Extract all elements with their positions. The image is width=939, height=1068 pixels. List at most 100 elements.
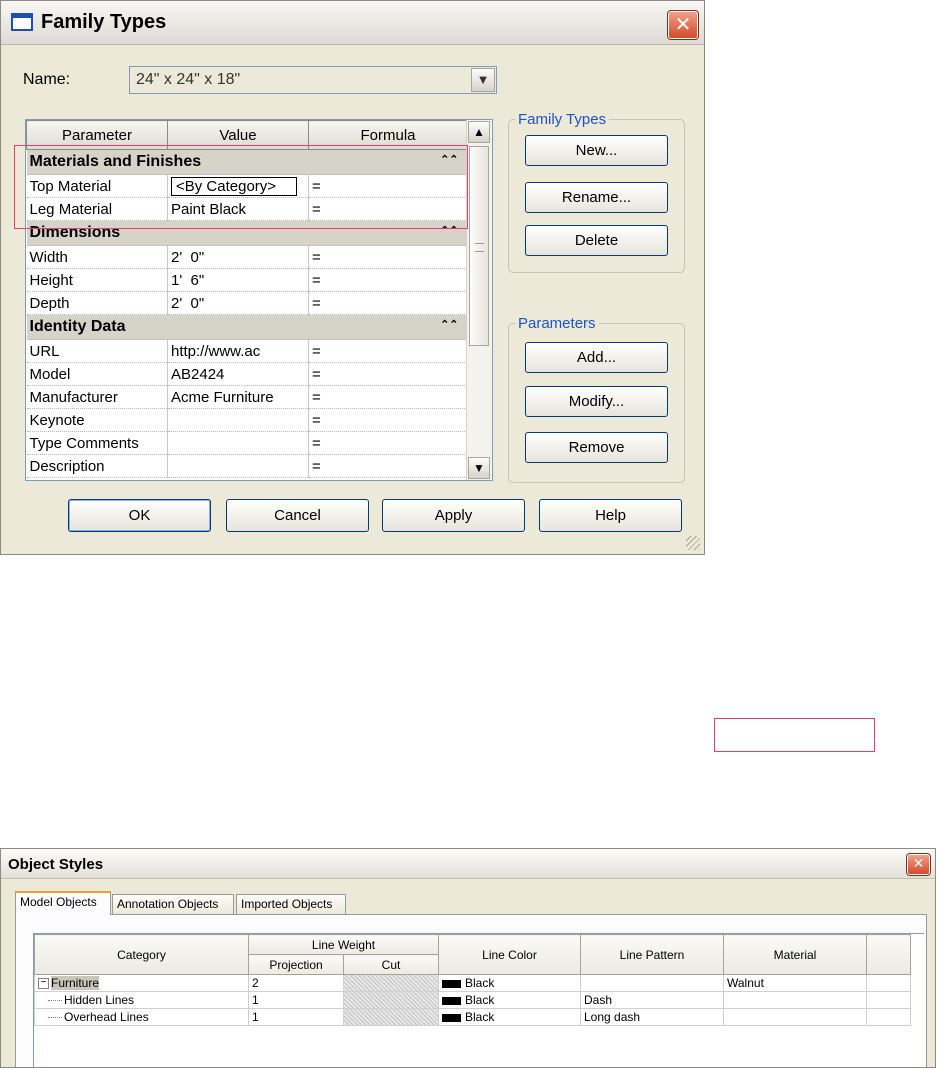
material-cell[interactable] <box>723 1008 867 1026</box>
collapse-tree-icon[interactable]: − <box>38 978 49 990</box>
formula-cell[interactable]: = <box>308 268 468 292</box>
value-cell[interactable]: AB2424 <box>167 362 309 386</box>
category-cell[interactable]: Hidden Lines <box>34 991 249 1009</box>
column-header-blank <box>866 934 911 975</box>
column-header-line-pattern[interactable]: Line Pattern <box>580 934 724 975</box>
table-row[interactable]: Overhead Lines 1 Black Long dash <box>34 1008 911 1026</box>
group-title: Parameters <box>518 315 596 332</box>
column-header-material[interactable]: Material <box>723 934 867 975</box>
table-row[interactable]: Height 1' 6" = <box>26 268 468 292</box>
chevron-down-icon[interactable]: ▼ <box>471 68 495 92</box>
ok-button[interactable]: OK <box>68 499 211 532</box>
formula-cell[interactable]: = <box>308 291 468 315</box>
group-title: Family Types <box>518 111 607 128</box>
blank-cell <box>866 974 911 992</box>
category-label: Furniture <box>51 976 100 990</box>
scroll-down-icon[interactable]: ▼ <box>468 457 490 479</box>
new-button[interactable]: New... <box>525 135 668 166</box>
vertical-scrollbar[interactable]: ▲ ▼ <box>466 120 492 480</box>
value-cell[interactable]: 2' 0" <box>167 291 309 315</box>
table-row[interactable]: Keynote = <box>26 408 468 432</box>
column-header-category[interactable]: Category <box>34 934 249 975</box>
resize-grip-icon[interactable] <box>686 536 700 550</box>
cut-cell <box>343 991 439 1009</box>
value-cell[interactable] <box>167 408 309 432</box>
line-color-cell[interactable]: Black <box>438 974 581 992</box>
value-cell[interactable]: 1' 6" <box>167 268 309 292</box>
formula-cell[interactable]: = <box>308 385 468 409</box>
tab-model-objects[interactable]: Model Objects <box>15 891 111 915</box>
scroll-up-icon[interactable]: ▲ <box>468 121 490 143</box>
material-cell[interactable]: Walnut <box>723 974 867 992</box>
column-header-cut[interactable]: Cut <box>343 954 439 975</box>
window-icon <box>11 13 33 31</box>
group-label: Identity Data <box>29 318 126 335</box>
table-row[interactable]: − Furniture 2 Black Walnut <box>34 974 911 992</box>
cancel-button[interactable]: Cancel <box>226 499 369 532</box>
table-row[interactable]: Depth 2' 0" = <box>26 291 468 315</box>
apply-button[interactable]: Apply <box>382 499 525 532</box>
column-header-line-color[interactable]: Line Color <box>438 934 581 975</box>
param-name: Type Comments <box>26 431 168 455</box>
name-value: 24" x 24" x 18" <box>136 71 241 88</box>
close-icon[interactable]: ✕ <box>906 853 931 876</box>
add-parameter-button[interactable]: Add... <box>525 342 668 373</box>
table-row[interactable]: URL http://www.ac = <box>26 339 468 363</box>
modify-parameter-button[interactable]: Modify... <box>525 386 668 417</box>
close-icon[interactable]: ✕ <box>667 10 699 40</box>
highlight-annotation <box>14 145 468 229</box>
value-cell[interactable] <box>167 431 309 455</box>
formula-cell[interactable]: = <box>308 339 468 363</box>
table-row[interactable]: Manufacturer Acme Furniture = <box>26 385 468 409</box>
material-cell[interactable] <box>723 991 867 1009</box>
projection-cell[interactable]: 1 <box>248 991 344 1009</box>
formula-cell[interactable]: = <box>308 362 468 386</box>
tab-panel: Category Line Weight Line Color Line Pat… <box>15 914 927 1067</box>
formula-cell[interactable]: = <box>308 408 468 432</box>
delete-button[interactable]: Delete <box>525 225 668 256</box>
value-cell[interactable]: 2' 0" <box>167 245 309 269</box>
table-row[interactable]: Width 2' 0" = <box>26 245 468 269</box>
category-cell[interactable]: Overhead Lines <box>34 1008 249 1026</box>
table-row[interactable]: Type Comments = <box>26 431 468 455</box>
line-color-cell[interactable]: Black <box>438 991 581 1009</box>
group-header-identity[interactable]: Identity Data ⌃⌃ <box>26 314 468 340</box>
line-color-label: Black <box>465 1010 495 1024</box>
color-swatch-icon <box>442 1013 461 1022</box>
value-cell[interactable] <box>167 454 309 478</box>
value-cell[interactable]: http://www.ac <box>167 339 309 363</box>
collapse-icon[interactable]: ⌃⌃ <box>440 318 458 331</box>
title-bar[interactable]: Object Styles <box>1 849 935 879</box>
formula-cell[interactable]: = <box>308 454 468 478</box>
line-color-cell[interactable]: Black <box>438 1008 581 1026</box>
tree-connector <box>48 1000 62 1002</box>
name-dropdown[interactable]: 24" x 24" x 18" ▼ <box>129 66 497 94</box>
dialog-title: Family Types <box>41 11 167 33</box>
table-row[interactable]: Description = <box>26 454 468 478</box>
title-bar[interactable]: Family Types <box>1 1 704 45</box>
formula-cell[interactable]: = <box>308 245 468 269</box>
table-row[interactable]: Hidden Lines 1 Black Dash <box>34 991 911 1009</box>
tab-annotation-objects[interactable]: Annotation Objects <box>112 894 234 914</box>
param-name: Description <box>26 454 168 478</box>
color-swatch-icon <box>442 996 461 1005</box>
rename-button[interactable]: Rename... <box>525 182 668 213</box>
remove-parameter-button[interactable]: Remove <box>525 432 668 463</box>
scrollbar-thumb[interactable] <box>469 146 489 346</box>
category-cell[interactable]: − Furniture <box>34 974 249 992</box>
param-name: Keynote <box>26 408 168 432</box>
line-pattern-cell[interactable] <box>580 974 724 992</box>
table-row[interactable]: Model AB2424 = <box>26 362 468 386</box>
line-pattern-cell[interactable]: Long dash <box>580 1008 724 1026</box>
tab-imported-objects[interactable]: Imported Objects <box>236 894 346 914</box>
blank-cell <box>866 1008 911 1026</box>
line-pattern-cell[interactable]: Dash <box>580 991 724 1009</box>
projection-cell[interactable]: 1 <box>248 1008 344 1026</box>
projection-cell[interactable]: 2 <box>248 974 344 992</box>
value-cell[interactable]: Acme Furniture <box>167 385 309 409</box>
column-header-line-weight[interactable]: Line Weight <box>248 934 439 955</box>
line-color-label: Black <box>465 993 495 1007</box>
column-header-projection[interactable]: Projection <box>248 954 344 975</box>
formula-cell[interactable]: = <box>308 431 468 455</box>
help-button[interactable]: Help <box>539 499 682 532</box>
